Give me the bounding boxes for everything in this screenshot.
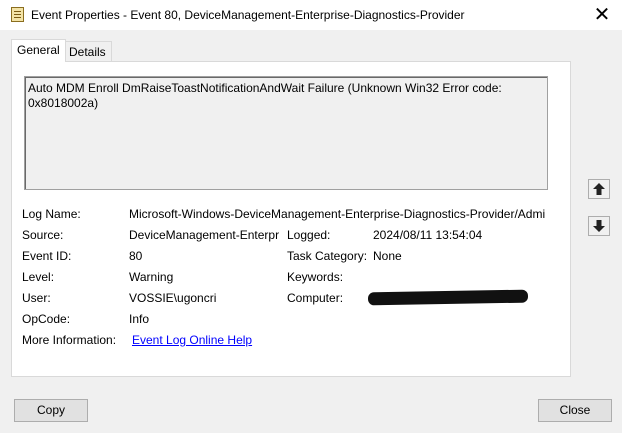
arrow-up-icon	[593, 183, 605, 195]
log-name-value: Microsoft-Windows-DeviceManagement-Enter…	[129, 207, 546, 221]
keywords-label: Keywords:	[287, 270, 344, 284]
level-label: Level:	[22, 270, 55, 284]
computer-label: Computer:	[287, 291, 344, 305]
more-information-label: More Information:	[22, 333, 117, 347]
task-category-value: None	[373, 249, 402, 263]
title-bar: Event Properties - Event 80, DeviceManag…	[0, 0, 622, 30]
copy-button[interactable]: Copy	[14, 399, 88, 422]
logged-value: 2024/08/11 13:54:04	[373, 228, 483, 242]
next-event-button[interactable]	[588, 216, 610, 236]
source-label: Source:	[22, 228, 64, 242]
close-window-button[interactable]: ✕	[588, 1, 616, 29]
event-log-online-help-link[interactable]: Event Log Online Help	[132, 333, 252, 348]
window-title: Event Properties - Event 80, DeviceManag…	[31, 8, 465, 22]
opcode-label: OpCode:	[22, 312, 71, 326]
task-category-label: Task Category:	[287, 249, 368, 263]
close-button[interactable]: Close	[538, 399, 612, 422]
user-value: VOSSIE\ugoncri	[129, 291, 217, 305]
computer-value-redacted	[367, 289, 529, 306]
log-name-label: Log Name:	[22, 207, 81, 221]
arrow-down-icon	[593, 220, 605, 232]
source-value: DeviceManagement-Enterpr	[129, 228, 279, 242]
event-id-label: Event ID:	[22, 249, 72, 263]
previous-event-button[interactable]	[588, 179, 610, 199]
tab-general[interactable]: General	[11, 39, 66, 62]
user-label: User:	[22, 291, 51, 305]
event-description-box[interactable]: Auto MDM Enroll DmRaiseToastNotification…	[24, 76, 548, 190]
opcode-value: Info	[129, 312, 150, 326]
logged-label: Logged:	[287, 228, 331, 242]
level-value: Warning	[129, 270, 174, 284]
tab-details[interactable]: Details	[63, 41, 112, 61]
event-id-value: 80	[129, 249, 143, 263]
event-log-icon	[11, 7, 24, 22]
